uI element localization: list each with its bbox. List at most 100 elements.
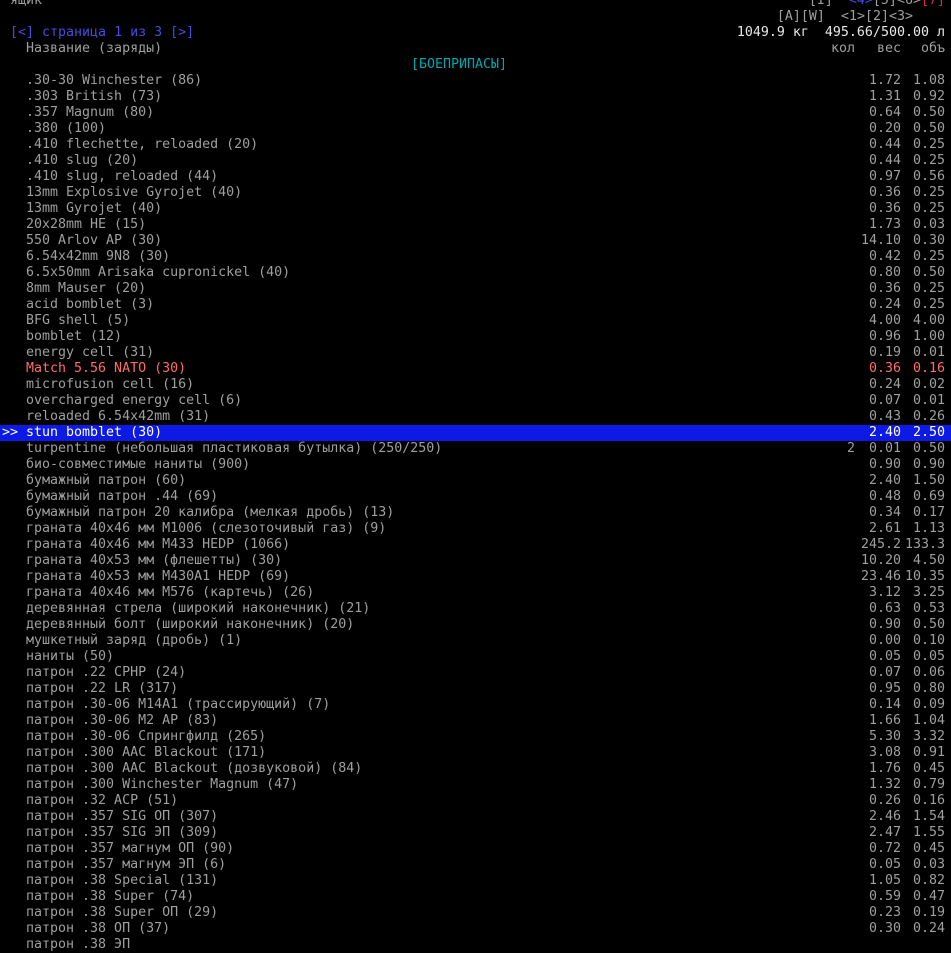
item-count [801, 777, 855, 793]
item-weight: 0.07 [868, 393, 901, 408]
item-row[interactable]: .303 British (73) 1.31 0.92 [0, 89, 951, 105]
pane-selector-segment[interactable]: <4> [849, 0, 873, 8]
pane-selector-segment[interactable]: [I] [809, 0, 849, 8]
item-row[interactable]: наниты (50) 0.05 0.05 [0, 649, 951, 665]
item-row[interactable]: патрон .300 Winchester Magnum (47) 1.32 0.… [0, 777, 951, 793]
item-row[interactable]: 550 Arlov AP (30) 14.10 0.30 [0, 233, 951, 249]
item-count [801, 553, 855, 569]
item-row[interactable]: патрон .22 LR (317) 0.95 0.80 [0, 681, 951, 697]
item-count [801, 873, 855, 889]
item-row[interactable]: деревянная стрела (широкий наконечник) (… [0, 601, 951, 617]
item-row[interactable]: граната 40x46 мм M576 (картечь) (26) 3.12… [0, 585, 951, 601]
item-row[interactable]: turpentine (небольшая пластиковая бутылк… [0, 441, 951, 457]
item-row[interactable]: reloaded 6.54x42mm (31) 0.43 0.26 [0, 409, 951, 425]
item-row[interactable]: патрон .38 ЭП [0, 937, 951, 953]
item-weight: 3.12 [868, 585, 901, 600]
item-weight: 0.90 [868, 617, 901, 632]
item-volume: 1.00 [912, 329, 945, 344]
item-weight: 0.95 [868, 681, 901, 696]
item-weight: 14.10 [860, 233, 901, 248]
item-weight: 10.20 [860, 553, 901, 568]
item-name: патрон .38 ЭП [26, 937, 131, 952]
item-row[interactable]: патрон .30-06 M14A1 (трассирующий) (7) 0.… [0, 697, 951, 713]
item-row[interactable]: деревянный болт (широкий наконечник) (20… [0, 617, 951, 633]
item-volume: 0.06 [912, 665, 945, 680]
item-row[interactable]: граната 40x46 мм M1006 (слезоточивый газ… [0, 521, 951, 537]
item-count [801, 633, 855, 649]
item-count [801, 201, 855, 217]
item-row[interactable]: патрон .30-06 Спрингфилд (265) 5.30 3.32 [0, 729, 951, 745]
item-row[interactable]: bomblet (12) 0.96 1.00 [0, 329, 951, 345]
item-row[interactable]: .410 slug (20) 0.44 0.25 [0, 153, 951, 169]
item-row[interactable]: патрон .357 магнум ЭП (6) 0.05 0.03 [0, 857, 951, 873]
item-row[interactable]: 20x28mm HE (15) 1.73 0.03 [0, 217, 951, 233]
item-row[interactable]: граната 40x53 мм (флешетты) (30) 10.20 4.5… [0, 553, 951, 569]
item-row[interactable]: патрон .30-06 M2 AP (83) 1.66 1.04 [0, 713, 951, 729]
item-name: патрон .357 SIG ЭП (309) [26, 825, 219, 840]
item-row[interactable]: .380 (100) 0.20 0.50 [0, 121, 951, 137]
item-row[interactable]: патрон .357 SIG ЭП (309) 2.47 1.55 [0, 825, 951, 841]
item-weight: 0.36 [868, 185, 901, 200]
pane-selector-segment[interactable]: [5]<6> [873, 0, 921, 8]
item-row[interactable]: .410 slug, reloaded (44) 0.97 0.56 [0, 169, 951, 185]
pane-location-selector-row1[interactable]: [I] <4>[5]<6>[7] [809, 0, 945, 9]
column-header-weight: вес [876, 41, 901, 56]
item-volume: 1.55 [912, 825, 945, 840]
item-row[interactable]: патрон .22 CPHP (24) 0.07 0.06 [0, 665, 951, 681]
item-row[interactable]: 13mm Explosive Gyrojet (40) 0.36 0.25 [0, 185, 951, 201]
item-row[interactable]: патрон .357 SIG ОП (307) 2.46 1.54 [0, 809, 951, 825]
item-row[interactable]: патрон .38 ОП (37) 0.30 0.24 [0, 921, 951, 937]
item-row[interactable]: 8mm Mauser (20) 0.36 0.25 [0, 281, 951, 297]
item-volume: 0.45 [912, 761, 945, 776]
item-weight: 1.05 [868, 873, 901, 888]
item-row[interactable]: бумажный патрон .44 (69) 0.48 0.69 [0, 489, 951, 505]
item-row[interactable]: 6.5x50mm Arisaka cupronickel (40) 0.80 0.5… [0, 265, 951, 281]
pane-selector-segment[interactable]: [7] [921, 0, 945, 8]
item-row[interactable]: граната 40x53 мм M430A1 HEDP (69) 23.46 10… [0, 569, 951, 585]
item-weight: 1.66 [868, 713, 901, 728]
item-name: бумажный патрон 20 калибра (мелкая дробь… [26, 505, 395, 520]
item-row[interactable]: 13mm Gyrojet (40) 0.36 0.25 [0, 201, 951, 217]
item-row[interactable]: .410 flechette, reloaded (20) 0.44 0.25 [0, 137, 951, 153]
pagination-control[interactable]: [<] страница 1 из 3 [>] [10, 25, 194, 41]
item-row[interactable]: .357 Magnum (80) 0.64 0.50 [0, 105, 951, 121]
item-row[interactable]: патрон .357 магнум ОП (90) 0.72 0.45 [0, 841, 951, 857]
item-row[interactable]: Match 5.56 NATO (30) 0.36 0.16 [0, 361, 951, 377]
item-volume: 133.3 [904, 537, 945, 552]
item-name: деревянная стрела (широкий наконечник) (… [26, 601, 371, 616]
item-weight: 0.36 [868, 281, 901, 296]
item-row[interactable]: BFG shell (5) 4.00 4.00 [0, 313, 951, 329]
item-row[interactable]: био-совместимые наниты (900) 0.90 0.90 [0, 457, 951, 473]
item-count [801, 345, 855, 361]
item-row[interactable]: overcharged energy cell (6) 0.07 0.01 [0, 393, 951, 409]
item-row[interactable]: патрон .300 AAC Blackout (дозвуковой) (8… [0, 761, 951, 777]
item-list: .30-30 Winchester (86) 1.72 1.08.303 Briti… [0, 73, 951, 953]
item-row[interactable]: патрон .38 Super (74) 0.59 0.47 [0, 889, 951, 905]
item-name: .410 slug (20) [26, 153, 139, 168]
item-name: патрон .30-06 Спрингфилд (265) [26, 729, 267, 744]
item-row[interactable]: .30-30 Winchester (86) 1.72 1.08 [0, 73, 951, 89]
item-weight: 0.20 [868, 121, 901, 136]
item-name: .357 Magnum (80) [26, 105, 155, 120]
item-row[interactable]: >> stun bomblet (30) 2.40 2.50 [0, 425, 951, 441]
pane-location-selector-row2[interactable]: [А][W] <1>[2]<3> [777, 9, 913, 25]
item-row[interactable]: 6.54x42mm 9N8 (30) 0.42 0.25 [0, 249, 951, 265]
item-name: граната 40x53 мм (флешетты) (30) [26, 553, 283, 568]
item-row[interactable]: патрон .38 Super ОП (29) 0.23 0.19 [0, 905, 951, 921]
item-row[interactable]: бумажный патрон (60) 2.40 1.50 [0, 473, 951, 489]
item-volume: 0.25 [912, 297, 945, 312]
item-row[interactable]: microfusion cell (16) 0.24 0.02 [0, 377, 951, 393]
item-volume: 0.91 [912, 745, 945, 760]
item-row[interactable]: патрон .32 ACP (51) 0.26 0.16 [0, 793, 951, 809]
item-count [801, 329, 855, 345]
item-row[interactable]: acid bomblet (3) 0.24 0.25 [0, 297, 951, 313]
item-name: 550 Arlov AP (30) [26, 233, 163, 248]
item-row[interactable]: патрон .300 AAC Blackout (171) 3.08 0.91 [0, 745, 951, 761]
item-row[interactable]: бумажный патрон 20 калибра (мелкая дробь… [0, 505, 951, 521]
item-count [801, 169, 855, 185]
item-row[interactable]: граната 40x46 мм M433 HEDP (1066) 245.2 13… [0, 537, 951, 553]
item-row[interactable]: energy cell (31) 0.19 0.01 [0, 345, 951, 361]
item-row[interactable]: мушкетный заряд (дробь) (1) 0.00 0.10 [0, 633, 951, 649]
item-row[interactable]: патрон .38 Special (131) 1.05 0.82 [0, 873, 951, 889]
item-count [801, 745, 855, 761]
